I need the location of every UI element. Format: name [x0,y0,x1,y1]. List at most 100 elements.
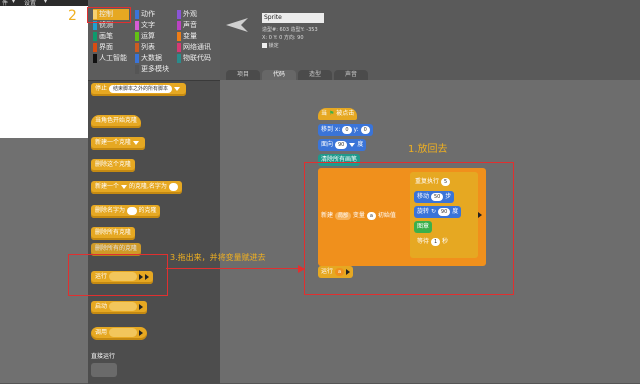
sprite-arrow-icon [226,18,248,32]
new-clone-block[interactable]: 新建一个克隆 [91,137,146,150]
steps-input[interactable]: 50 [430,192,444,201]
delete-all-clones-block[interactable]: 删除所有克隆 [91,227,136,240]
new-clone-named-block[interactable]: 新建一个 的克隆,名字为 [91,181,183,194]
block-label: 调用 [95,329,108,336]
category-iot[interactable]: 物联代码 [177,53,213,64]
category-lists[interactable]: 列表 [135,42,171,53]
block-palette: 停止 结束脚本之外的所有脚本 当角色开始克隆 新建一个克隆 删除这个克隆 新建一… [88,80,220,384]
wait-input[interactable]: 1 [430,237,441,246]
menu-arrow[interactable]: ▾ [12,0,15,5]
move-steps-block[interactable]: 移动 50 步 [414,191,455,203]
tab-code[interactable]: 代码 [262,70,296,80]
menu-arrow[interactable]: ▾ [44,0,47,5]
ring-slot[interactable] [108,302,137,311]
category-ai[interactable]: 人工智能 [93,53,129,64]
lock-label: 锁定 [268,43,279,49]
category-label: 更多模块 [141,65,169,73]
category-operators[interactable]: 运算 [135,31,171,42]
delete-named-clone-block[interactable]: 删除名字为 的克隆 [91,205,161,218]
annotation-step3: 3.拖出来，并将变量赋进去 [170,253,266,262]
name-input-slot[interactable] [126,206,137,215]
stop-block[interactable]: 停止 结束脚本之外的所有脚本 [91,83,186,96]
block-label: 新建一个 [95,183,120,190]
block-label: 停止 [95,85,108,92]
annotation-arrow-head-icon [298,265,305,273]
lock-checkbox[interactable]: 锁定 [262,42,279,49]
tab-project[interactable]: 项目 [226,70,260,80]
category-label: 物联代码 [183,54,211,62]
category-pen[interactable]: 画笔 [93,31,129,42]
goto-xy-block[interactable]: 移到 x: 0 y: 0 [318,124,373,136]
new-var-header: 新建 局部 变量 a 初始值 [321,211,396,220]
stamp-block[interactable]: 图章 [414,221,433,233]
when-clone-block[interactable]: 当角色开始克隆 [91,115,142,128]
block-label: 的克隆,名字为 [129,183,167,190]
category-label: 网络通讯 [183,43,211,51]
var-name-input[interactable]: a [366,211,376,220]
delete-clone-block[interactable]: 删除这个克隆 [91,159,136,172]
category-label: 动作 [141,10,155,18]
tab-bar: 项目 代码 造型 声音 [220,68,640,80]
arrow-right-icon [138,329,143,336]
stage[interactable] [0,6,88,138]
wait-block[interactable]: 等待 1 秒 [414,236,452,248]
arrow-right-icon [138,303,143,310]
category-text[interactable]: 文字 [135,20,171,31]
dropdown-arrow-icon [133,140,140,145]
repeat-count-input[interactable]: 5 [440,177,451,186]
block-label: 删除所有的克隆 [95,245,138,252]
face-direction-block[interactable]: 面向 90 度 [318,139,367,151]
dropdown-arrow-icon [121,184,128,189]
direction-input[interactable]: 90 [334,140,348,149]
block-label: 新建一个克隆 [95,139,132,146]
when-flag-clicked-block[interactable]: 当 ⚑ 被点击 [318,108,358,120]
category-variables[interactable]: 变量 [177,31,213,42]
block-label: 删除这个克隆 [95,161,132,168]
annotation-step1: 1.放回去 [408,144,448,155]
category-network[interactable]: 网络通讯 [177,42,213,53]
x-input[interactable]: 0 [342,125,352,134]
category-motion[interactable]: 动作 [135,9,171,20]
dropdown-arrow-icon [173,86,180,91]
call-block[interactable]: 调用 [91,327,147,340]
category-label: 画笔 [99,32,113,40]
category-looks[interactable]: 外观 [177,9,213,20]
y-input[interactable]: 0 [360,125,370,134]
turn-degrees-input[interactable]: 90 [437,207,451,216]
run-arg-slot[interactable]: a [334,267,345,276]
run-var-block[interactable]: 运行 a [318,266,354,278]
turn-block[interactable]: 旋转 ↻ 90 度 [414,206,462,218]
tab-sounds[interactable]: 声音 [334,70,368,80]
arrow-right-icon [478,212,482,218]
category-bigdata[interactable]: 大数据 [135,53,171,64]
block-label: 的克隆 [138,207,157,214]
category-label: 人工智能 [99,54,127,62]
annotation-arrow-line [166,268,304,269]
block-label: 删除名字为 [95,207,126,214]
annotation-box-control [87,7,131,23]
category-sound[interactable]: 声音 [177,20,213,31]
category-ui[interactable]: 界面 [93,42,129,53]
category-label: 外观 [183,10,197,18]
stop-option-dropdown[interactable]: 结束脚本之外的所有脚本 [108,84,172,93]
category-more[interactable]: 更多模块 [135,64,171,75]
name-input-slot[interactable] [168,182,179,191]
category-label: 列表 [141,43,155,51]
sprite-name-field[interactable]: Sprite [262,13,324,23]
repeat-header: 重复执行 5 [412,176,453,188]
rotate-icon: ↻ [430,208,436,215]
var-type-dropdown[interactable]: 局部 [334,211,351,220]
category-label: 界面 [99,43,113,51]
block-label: 删除所有克隆 [95,229,132,236]
tab-costumes[interactable]: 造型 [298,70,332,80]
annotation-box-run [68,254,168,296]
block-label: 启动 [95,303,108,310]
launch-block[interactable]: 启动 [91,301,147,314]
category-label: 变量 [183,32,197,40]
green-flag-icon: ⚑ [328,110,335,117]
category-label: 文字 [141,21,155,29]
block-label: 当角色开始克隆 [95,117,138,124]
category-label: 声音 [183,21,197,29]
ring-slot[interactable] [108,328,137,337]
direct-run-ring[interactable] [91,363,117,377]
